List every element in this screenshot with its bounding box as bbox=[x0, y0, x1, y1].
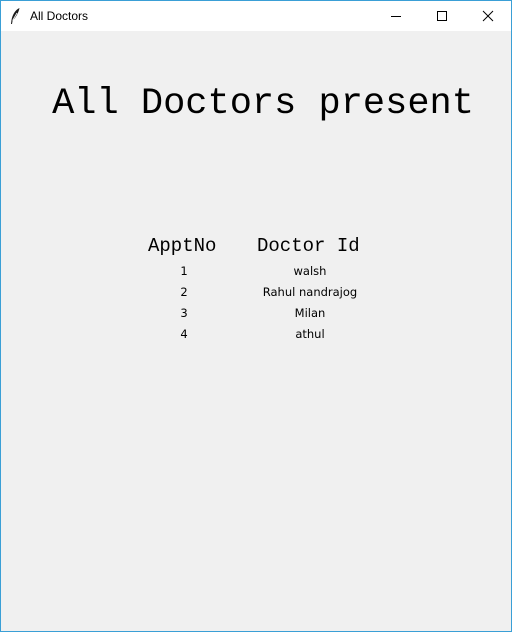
appt-no-cell: 3 bbox=[180, 306, 188, 320]
appt-no-cell: 2 bbox=[180, 285, 188, 299]
doctor-id-cell: Milan bbox=[294, 306, 326, 320]
app-window: All Doctors All Doctors present ApptNo D… bbox=[0, 0, 512, 632]
page-title: All Doctors present bbox=[52, 83, 474, 125]
table-row: 3 Milan bbox=[1, 303, 511, 324]
feather-icon bbox=[9, 7, 21, 25]
appt-no-cell: 1 bbox=[180, 264, 188, 278]
table-row: 1 walsh bbox=[1, 261, 511, 282]
appt-no-cell: 4 bbox=[180, 327, 188, 341]
doctor-id-cell: athul bbox=[295, 327, 325, 341]
close-icon bbox=[482, 10, 494, 22]
title-bar[interactable]: All Doctors bbox=[1, 1, 511, 31]
close-button[interactable] bbox=[465, 1, 511, 31]
minimize-button[interactable] bbox=[373, 1, 419, 31]
table-row: 2 Rahul nandrajog bbox=[1, 282, 511, 303]
maximize-icon bbox=[437, 11, 447, 21]
column-header-doctor-id: Doctor Id bbox=[257, 235, 360, 257]
doctor-id-cell: walsh bbox=[293, 264, 327, 278]
table-row: 4 athul bbox=[1, 324, 511, 345]
doctor-id-cell: Rahul nandrajog bbox=[262, 285, 358, 299]
window-title: All Doctors bbox=[30, 9, 89, 23]
maximize-button[interactable] bbox=[419, 1, 465, 31]
doctors-table: 1 walsh 2 Rahul nandrajog 3 Milan 4 athu… bbox=[1, 261, 511, 345]
content-area: All Doctors present ApptNo Doctor Id 1 w… bbox=[1, 31, 511, 631]
minimize-icon bbox=[391, 16, 401, 17]
column-header-appt-no: ApptNo bbox=[148, 235, 217, 257]
